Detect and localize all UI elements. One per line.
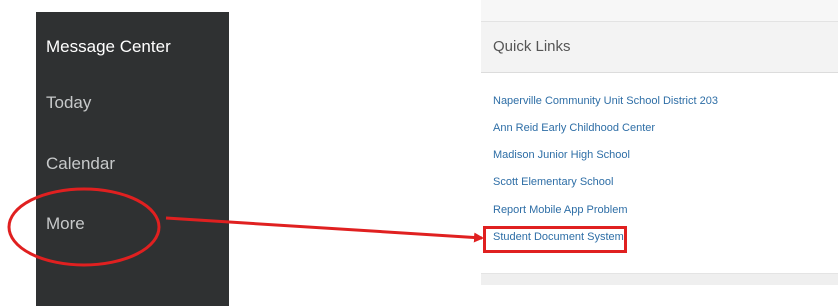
panel-header: Quick Links — [481, 22, 838, 73]
sidebar-item-calendar[interactable]: Calendar — [46, 154, 115, 174]
sidebar-item-today[interactable]: Today — [46, 93, 91, 113]
sidebar-nav: Message Center Today Calendar More — [36, 12, 229, 306]
panel-top-bar — [481, 0, 838, 22]
link-madison-junior-high[interactable]: Madison Junior High School — [493, 149, 630, 161]
link-ann-reid-early-childhood[interactable]: Ann Reid Early Childhood Center — [493, 122, 655, 134]
link-report-mobile-app-problem[interactable]: Report Mobile App Problem — [493, 204, 628, 216]
link-scott-elementary[interactable]: Scott Elementary School — [493, 176, 613, 188]
panel-footer — [481, 273, 838, 285]
sidebar-item-more[interactable]: More — [46, 214, 85, 234]
highlight-box — [483, 226, 627, 253]
panel-title: Quick Links — [493, 38, 571, 55]
link-naperville-district-203[interactable]: Naperville Community Unit School Distric… — [493, 95, 718, 107]
sidebar-item-message-center[interactable]: Message Center — [46, 37, 171, 57]
